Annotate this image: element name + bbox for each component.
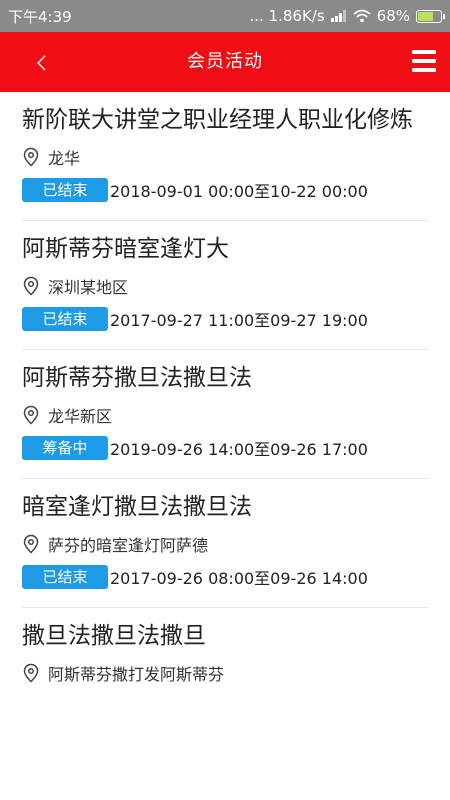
event-time-range: 2017-09-27 11:00至09-27 19:00: [110, 311, 368, 330]
event-title: 阿斯蒂芬暗室逢灯大: [22, 236, 229, 262]
location-pin-icon: [23, 534, 39, 554]
page-title: 会员活动: [187, 51, 263, 72]
location-pin-icon: [23, 147, 39, 167]
battery-percent: 68%: [376, 7, 410, 25]
event-title: 撒旦法撒旦法撒旦: [22, 623, 206, 649]
event-time-range: 2018-09-01 00:00至10-22 00:00: [110, 182, 368, 201]
event-location-row: 深圳某地区: [22, 269, 428, 303]
event-time-range: 2019-09-26 14:00至09-26 17:00: [110, 440, 368, 459]
battery-icon: [416, 9, 445, 23]
event-location: 萨芬的暗室逢灯阿萨德: [48, 536, 209, 555]
location-pin-icon: [23, 663, 39, 683]
event-list: 新阶联大讲堂之职业经理人职业化修炼 龙华 已结束 2018-09-01 00:0…: [0, 92, 450, 690]
event-item[interactable]: 阿斯蒂芬撒旦法撒旦法 龙华新区 筹备中 2019-09-26 14:00至09-…: [22, 350, 428, 479]
location-pin-icon: [23, 405, 39, 425]
event-time-range: 2017-09-26 08:00至09-26 14:00: [110, 569, 368, 588]
event-meta-row: 已结束 2017-09-26 08:00至09-26 14:00: [22, 561, 428, 607]
network-speed: ... 1.86K/s: [249, 7, 325, 25]
event-location-row: 萨芬的暗室逢灯阿萨德: [22, 527, 428, 561]
event-title: 阿斯蒂芬撒旦法撒旦法: [22, 365, 252, 391]
signal-icon: [330, 10, 347, 22]
event-item[interactable]: 新阶联大讲堂之职业经理人职业化修炼 龙华 已结束 2018-09-01 00:0…: [22, 92, 428, 221]
event-meta-row: 已结束 2018-09-01 00:00至10-22 00:00: [22, 174, 428, 220]
event-item[interactable]: 撒旦法撒旦法撒旦 阿斯蒂芬撒打发阿斯蒂芬: [22, 608, 428, 690]
event-location: 阿斯蒂芬撒打发阿斯蒂芬: [48, 665, 225, 684]
status-badge: 已结束: [22, 565, 108, 589]
event-title: 暗室逢灯撒旦法撒旦法: [22, 494, 252, 520]
status-badge: 筹备中: [22, 436, 108, 460]
wifi-icon: [353, 9, 371, 23]
event-title: 新阶联大讲堂之职业经理人职业化修炼: [22, 107, 413, 133]
status-time: 下午4:39: [8, 7, 72, 26]
status-badge: 已结束: [22, 178, 108, 202]
location-pin-icon: [23, 276, 39, 296]
event-location-row: 阿斯蒂芬撒打发阿斯蒂芬: [22, 656, 428, 690]
nav-bar: 会员活动: [0, 32, 450, 92]
event-meta-row: 筹备中 2019-09-26 14:00至09-26 17:00: [22, 432, 428, 478]
event-location-row: 龙华新区: [22, 398, 428, 432]
event-location: 深圳某地区: [48, 278, 129, 297]
status-bar: 下午4:39 ... 1.86K/s 68%: [0, 0, 450, 32]
event-location: 龙华新区: [48, 407, 113, 426]
event-location-row: 龙华: [22, 140, 428, 174]
status-indicators: ... 1.86K/s 68%: [249, 7, 445, 25]
event-location: 龙华: [48, 149, 81, 168]
menu-button[interactable]: [412, 50, 438, 74]
event-item[interactable]: 暗室逢灯撒旦法撒旦法 萨芬的暗室逢灯阿萨德 已结束 2017-09-26 08:…: [22, 479, 428, 608]
event-meta-row: 已结束 2017-09-27 11:00至09-27 19:00: [22, 303, 428, 349]
status-badge: 已结束: [22, 307, 108, 331]
event-item[interactable]: 阿斯蒂芬暗室逢灯大 深圳某地区 已结束 2017-09-27 11:00至09-…: [22, 221, 428, 350]
